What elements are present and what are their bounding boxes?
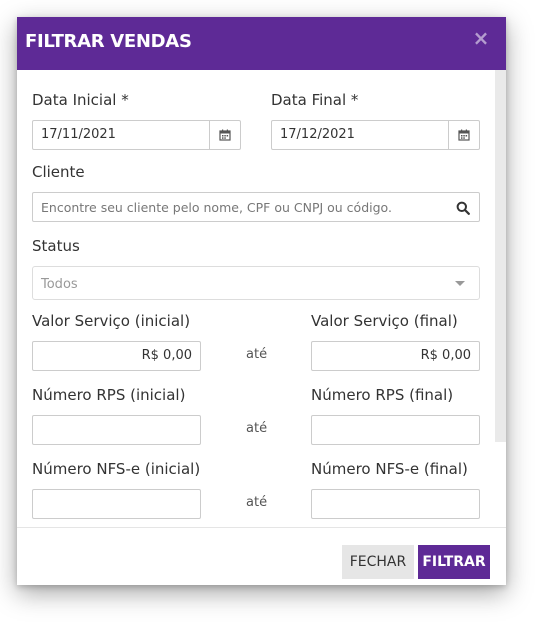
modal-header: FILTRAR VENDAS × xyxy=(17,17,506,70)
close-button[interactable]: FECHAR xyxy=(342,545,414,579)
chevron-down-icon xyxy=(455,281,465,286)
end-date-value: 17/12/2021 xyxy=(280,127,355,142)
modal-title: FILTRAR VENDAS xyxy=(25,31,192,52)
status-select[interactable]: Todos xyxy=(32,266,480,300)
service-value-end-label: Valor Serviço (final) xyxy=(311,312,458,330)
nfse-number-start-input[interactable] xyxy=(32,489,201,519)
rps-number-end-label: Número RPS (final) xyxy=(311,386,454,404)
service-value-start-value: R$ 0,00 xyxy=(141,348,192,363)
rps-number-start-input[interactable] xyxy=(32,415,201,445)
modal-body: Data Inicial * 17/11/2021 Data Final * 1… xyxy=(17,70,506,527)
rps-number-end-input[interactable] xyxy=(311,415,480,445)
range-separator: até xyxy=(246,347,268,362)
service-value-end-input[interactable]: R$ 0,00 xyxy=(311,341,480,371)
nfse-number-end-input[interactable] xyxy=(311,489,480,519)
calendar-icon[interactable] xyxy=(448,121,479,149)
service-value-end-value: R$ 0,00 xyxy=(420,348,471,363)
rps-number-start-label: Número RPS (inicial) xyxy=(32,386,186,404)
service-value-start-input[interactable]: R$ 0,00 xyxy=(32,341,201,371)
modal-footer: FECHAR FILTRAR xyxy=(17,527,506,585)
nfse-number-end-label: Número NFS-e (final) xyxy=(311,460,468,478)
start-date-field[interactable]: 17/11/2021 xyxy=(32,120,241,150)
client-label: Cliente xyxy=(32,163,85,181)
range-separator: até xyxy=(246,421,268,436)
status-selected-value: Todos xyxy=(41,277,78,292)
filter-sales-modal: FILTRAR VENDAS × Data Inicial * 17/11/20… xyxy=(17,17,506,585)
nfse-number-start-label: Número NFS-e (inicial) xyxy=(32,460,201,478)
start-date-value: 17/11/2021 xyxy=(41,127,116,142)
start-date-label: Data Inicial * xyxy=(32,91,129,109)
calendar-icon[interactable] xyxy=(209,121,240,149)
close-icon[interactable]: × xyxy=(470,27,492,49)
range-separator: até xyxy=(246,495,268,510)
client-search-placeholder: Encontre seu cliente pelo nome, CPF ou C… xyxy=(41,200,392,215)
filter-button[interactable]: FILTRAR xyxy=(418,545,490,579)
end-date-field[interactable]: 17/12/2021 xyxy=(271,120,480,150)
client-search-field[interactable]: Encontre seu cliente pelo nome, CPF ou C… xyxy=(32,192,480,222)
service-value-start-label: Valor Serviço (inicial) xyxy=(32,312,191,330)
scrollbar[interactable] xyxy=(495,70,506,442)
status-label: Status xyxy=(32,237,80,255)
search-icon[interactable] xyxy=(456,200,470,219)
end-date-label: Data Final * xyxy=(271,91,359,109)
